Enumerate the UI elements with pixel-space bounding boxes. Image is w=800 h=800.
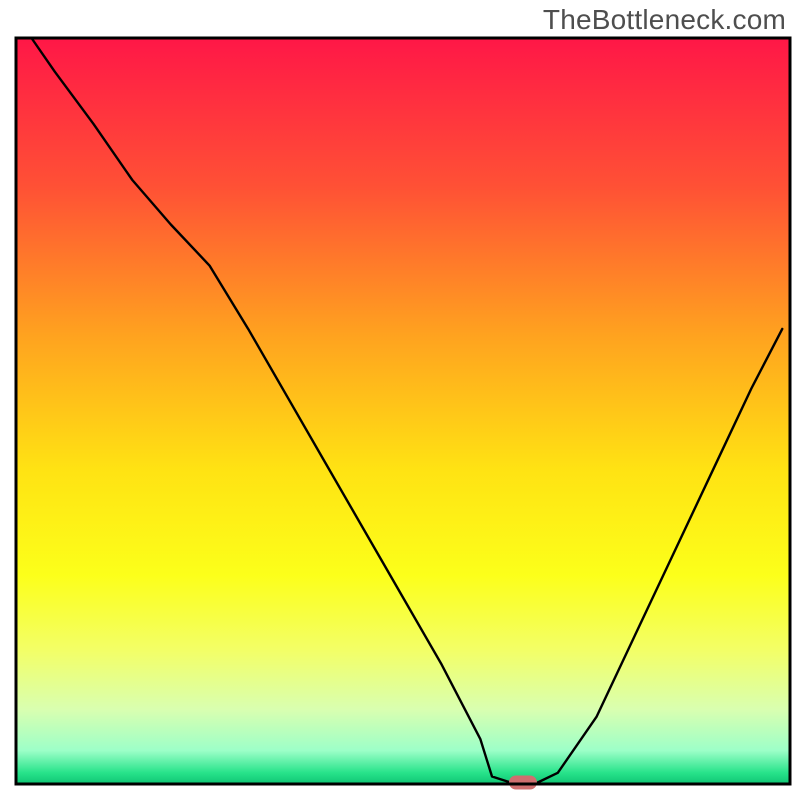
bottleneck-chart (0, 0, 800, 800)
chart-container: TheBottleneck.com (0, 0, 800, 800)
chart-background-gradient (16, 38, 790, 784)
watermark-text: TheBottleneck.com (543, 4, 786, 36)
